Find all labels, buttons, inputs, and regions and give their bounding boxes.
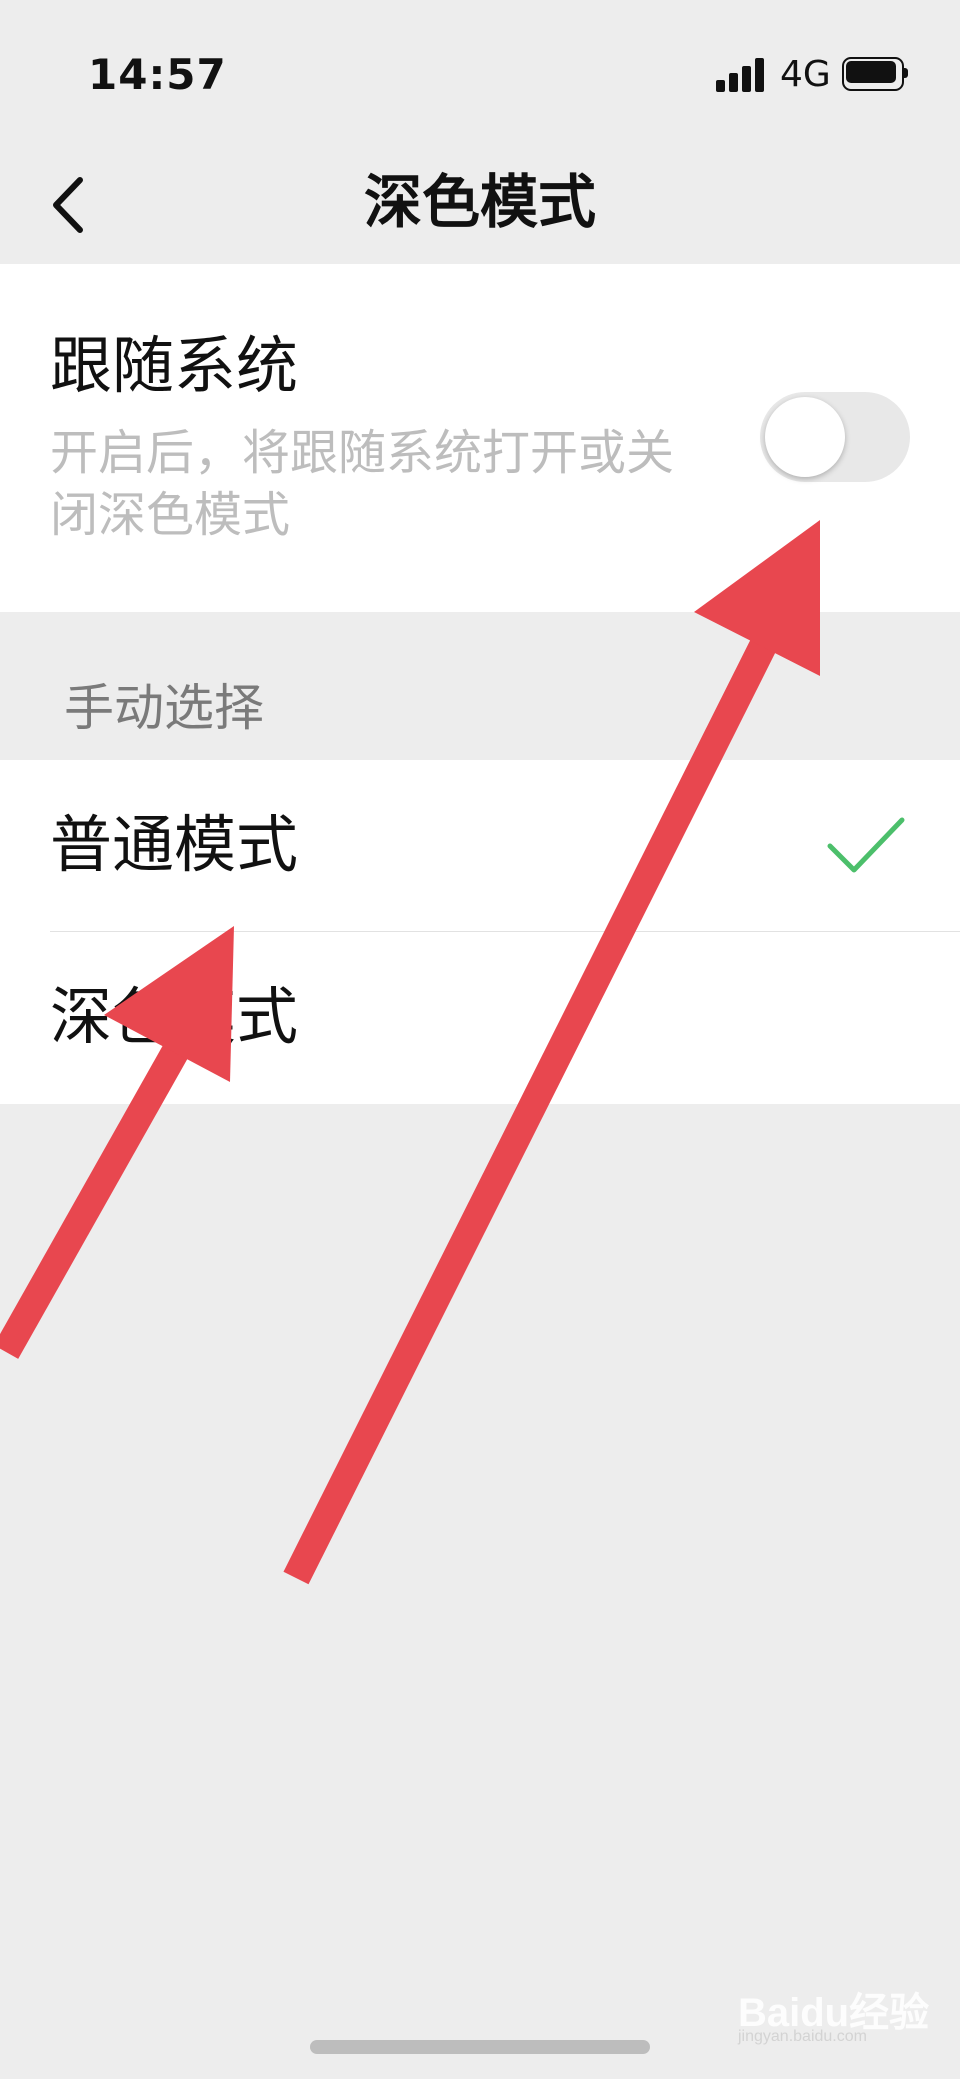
battery-icon (842, 57, 908, 91)
option-dark-mode[interactable]: 深色模式 (0, 932, 960, 1104)
follow-system-description: 开启后，将跟随系统打开或关闭深色模式 (50, 425, 675, 543)
follow-system-toggle[interactable] (760, 392, 910, 482)
page-title: 深色模式 (363, 168, 596, 236)
status-time: 14:57 (88, 50, 227, 99)
option-normal-mode[interactable]: 普通模式 (0, 760, 960, 932)
baidu-watermark-url: jingyan.baidu.com (738, 2028, 867, 2045)
status-bar: 14:57 4G (0, 0, 960, 150)
navigation-bar: 深色模式 (0, 150, 960, 264)
checkmark-icon (827, 817, 905, 873)
manual-select-label: 手动选择 (64, 679, 264, 737)
toggle-knob (765, 397, 845, 477)
network-type: 4G (780, 54, 831, 95)
option-label: 普通模式 (50, 808, 299, 881)
mode-options-card: 普通模式 深色模式 (0, 760, 960, 1104)
option-label: 深色模式 (50, 980, 299, 1053)
home-indicator[interactable] (310, 2040, 650, 2054)
follow-system-title: 跟随系统 (50, 329, 299, 402)
follow-system-card: 跟随系统 开启后，将跟随系统打开或关闭深色模式 (0, 264, 960, 612)
signal-icon (716, 56, 768, 92)
